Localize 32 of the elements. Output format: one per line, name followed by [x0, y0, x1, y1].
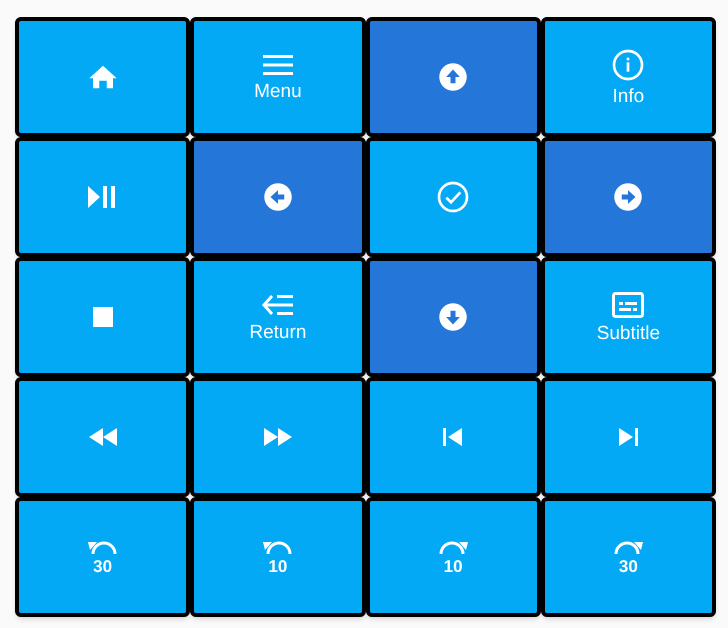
button-label: Info: [612, 86, 644, 106]
skip-next-icon: [618, 428, 638, 446]
remote-button[interactable]: Info: [540, 17, 716, 137]
clockwise-arrow-icon: [437, 540, 470, 556]
button-label: Menu: [254, 82, 302, 100]
remote-button[interactable]: 10: [190, 497, 366, 617]
subtitle-icon: [612, 292, 644, 318]
remote-button[interactable]: Subtitle: [540, 257, 716, 377]
clockwise-arrow-icon: [612, 540, 644, 556]
menu-icon: [262, 54, 293, 76]
remote-button[interactable]: Menu: [190, 17, 366, 137]
button-label: Return: [249, 322, 306, 342]
stop-icon: [92, 307, 113, 327]
return-icon: [260, 292, 295, 316]
check-circle-icon: [437, 181, 470, 213]
remote-button[interactable]: Return: [190, 257, 366, 377]
remote-button[interactable]: 10: [366, 497, 541, 617]
counterclockwise-arrow-icon: [262, 540, 294, 556]
seconds-label: 10: [268, 558, 288, 574]
info-icon: [612, 48, 644, 80]
fast-forward-icon: [264, 428, 292, 446]
home-icon: [88, 64, 118, 90]
rewind-icon: [88, 428, 117, 446]
remote-button[interactable]: 30: [540, 497, 716, 617]
skip-previous-icon: [443, 428, 464, 446]
seconds-label: 30: [93, 558, 112, 574]
play-pause-icon: [88, 186, 118, 208]
remote-button[interactable]: 30: [15, 497, 190, 617]
seconds-label: 10: [444, 558, 463, 574]
counterclockwise-arrow-icon: [86, 540, 119, 556]
button-label: Subtitle: [596, 324, 660, 342]
seconds-label: 30: [618, 558, 638, 574]
